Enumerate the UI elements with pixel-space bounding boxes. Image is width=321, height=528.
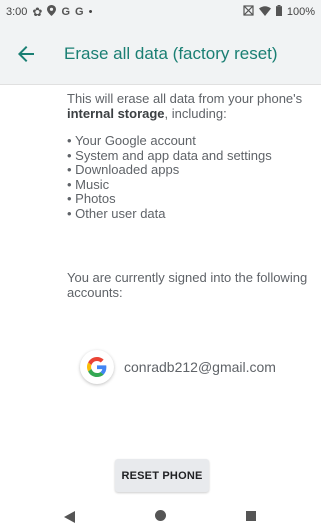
dot-icon: • bbox=[88, 6, 93, 18]
reset-phone-button[interactable]: RESET PHONE bbox=[115, 459, 209, 492]
intro-bold: internal storage bbox=[67, 106, 165, 121]
location-icon bbox=[47, 5, 57, 19]
gear-icon: ✿ bbox=[32, 5, 43, 19]
wifi-icon bbox=[258, 5, 271, 19]
nav-home-icon[interactable] bbox=[155, 510, 166, 521]
nav-recents-icon[interactable] bbox=[246, 511, 256, 521]
signed-in-text: You are currently signed into the follow… bbox=[67, 270, 308, 300]
intro-text: This will erase all data from your phone… bbox=[67, 91, 315, 121]
google-icon: G bbox=[75, 6, 84, 18]
list-item: System and app data and settings bbox=[67, 148, 315, 164]
app-bar: Erase all data (factory reset) bbox=[0, 24, 321, 85]
status-bar-left: 3:00 ✿ G G • bbox=[6, 5, 92, 19]
no-sim-icon bbox=[243, 5, 254, 19]
list-item: Other user data bbox=[67, 206, 315, 222]
battery-icon bbox=[275, 5, 282, 19]
intro-suffix: , including: bbox=[164, 106, 227, 121]
list-item: Your Google account bbox=[67, 133, 315, 149]
list-item: Downloaded apps bbox=[67, 162, 315, 178]
account-email: conradb212@gmail.com bbox=[124, 359, 276, 375]
back-arrow-icon[interactable] bbox=[18, 46, 42, 62]
google-icon: G bbox=[61, 6, 71, 18]
account-row: conradb212@gmail.com bbox=[80, 350, 276, 384]
status-time: 3:00 bbox=[6, 6, 28, 18]
page-title: Erase all data (factory reset) bbox=[64, 44, 278, 63]
battery-percentage: 100% bbox=[286, 6, 315, 18]
status-bar: 3:00 ✿ G G • 100% bbox=[0, 0, 321, 24]
warning-content: This will erase all data from your phone… bbox=[67, 91, 315, 300]
list-item: Music bbox=[67, 177, 315, 193]
status-bar-right: 100% bbox=[243, 5, 315, 19]
nav-back-icon[interactable] bbox=[64, 510, 75, 528]
navigation-bar bbox=[0, 502, 321, 527]
google-account-icon bbox=[80, 350, 114, 384]
erase-items-list: Your Google account System and app data … bbox=[67, 133, 315, 222]
list-item: Photos bbox=[67, 191, 315, 207]
intro-prefix: This will erase all data from your phone… bbox=[67, 91, 303, 106]
